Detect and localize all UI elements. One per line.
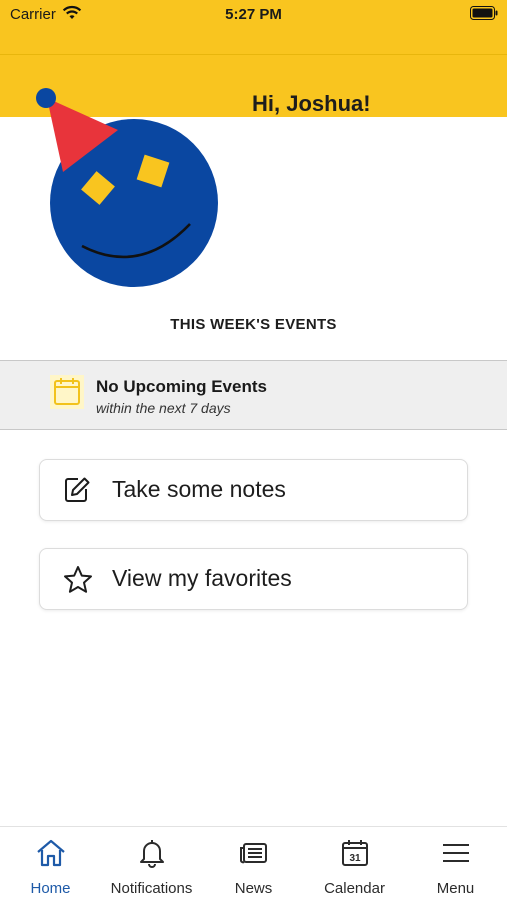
tab-menu[interactable]: Menu (405, 827, 506, 901)
view-favorites-button[interactable]: View my favorites (39, 548, 468, 610)
bell-icon (101, 837, 202, 874)
calendar-empty-icon (50, 375, 84, 414)
calendar-icon-day: 31 (349, 853, 361, 864)
status-bar: Carrier 5:27 PM (0, 0, 507, 54)
tab-notifications-label: Notifications (110, 880, 193, 897)
tab-news[interactable]: News (203, 827, 304, 901)
tab-news-label: News (234, 880, 273, 897)
take-notes-button[interactable]: Take some notes (39, 459, 468, 521)
clock-time: 5:27 PM (225, 6, 282, 23)
events-empty-state: No Upcoming Events within the next 7 day… (0, 360, 507, 430)
tab-home-label: Home (30, 880, 71, 897)
newspaper-icon (203, 837, 304, 874)
calendar-icon: 31 (304, 837, 405, 874)
bottom-tab-bar: Home Notifications News 31 Calendar Menu (0, 826, 507, 900)
battery-icon (470, 6, 498, 25)
tab-calendar-label: Calendar (324, 880, 385, 897)
section-title-events: THIS WEEK'S EVENTS (170, 316, 337, 333)
tab-home[interactable]: Home (0, 827, 101, 901)
view-favorites-label: View my favorites (112, 565, 292, 591)
menu-icon (405, 837, 506, 874)
greeting-text: Hi, Joshua! (252, 91, 371, 116)
no-events-title: No Upcoming Events (96, 377, 267, 396)
take-notes-label: Take some notes (112, 476, 286, 502)
star-icon (62, 564, 94, 601)
no-events-subtitle: within the next 7 days (96, 400, 231, 416)
tab-menu-label: Menu (436, 880, 475, 897)
tab-notifications[interactable]: Notifications (101, 827, 202, 901)
home-icon (0, 837, 101, 874)
edit-icon (62, 475, 92, 510)
tab-calendar[interactable]: 31 Calendar (304, 827, 405, 901)
avatar-mascot (30, 84, 230, 299)
